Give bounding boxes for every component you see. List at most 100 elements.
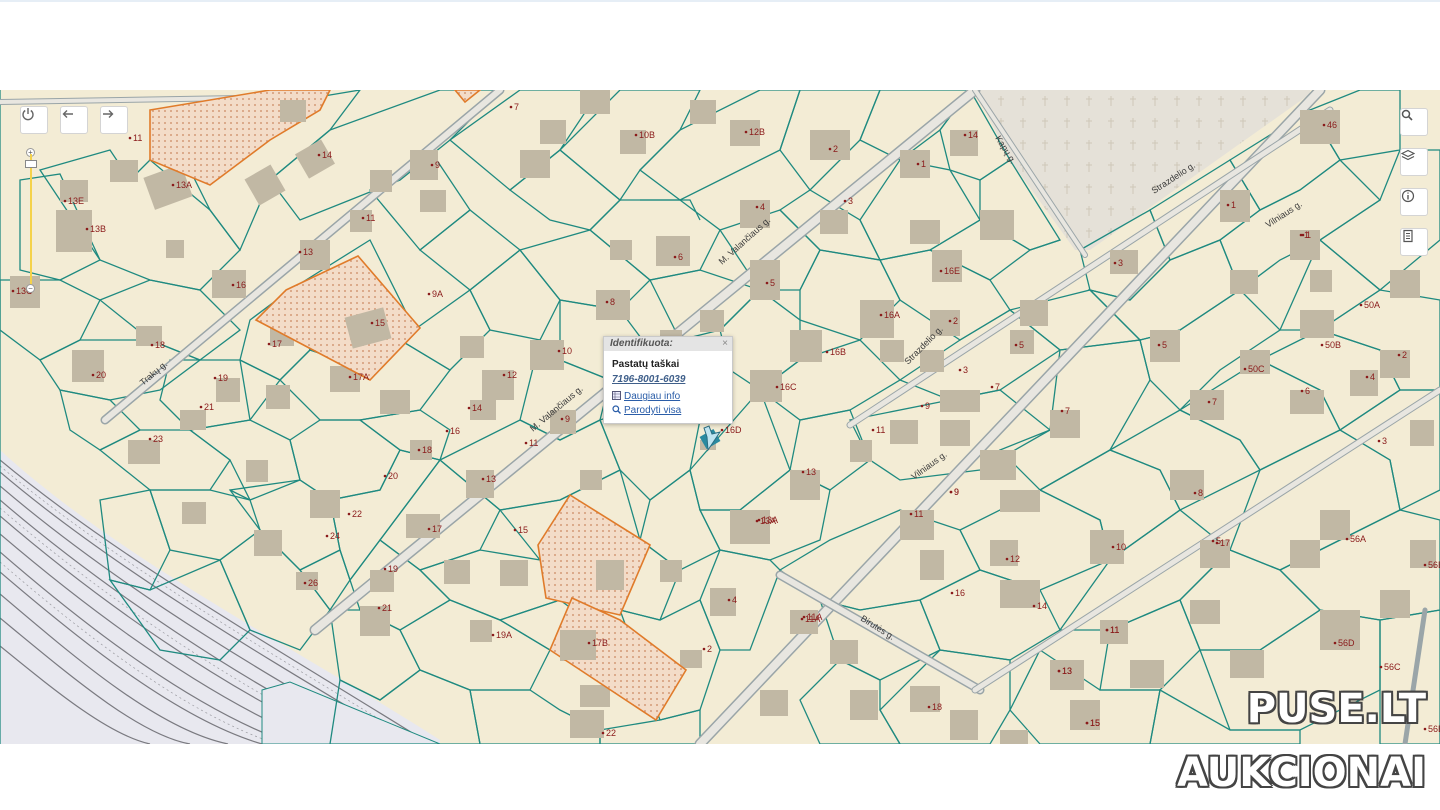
map-canvas[interactable]: 11 14 13A 13E 13B 13C 16 18 17 20 19 21 23 15 17A 9A 13 1… [0,90,1440,744]
street-name-label: Vilniaus g. [1264,199,1304,230]
house-number-label: 50A [1364,300,1380,310]
address-point [524,441,528,445]
address-point [958,368,962,372]
house-number-label: 23 [153,434,163,444]
house-number-label: 6 [1305,386,1310,396]
address-point [303,581,307,585]
house-number-label: 2 [1402,350,1407,360]
address-point [481,477,485,481]
house-number-label: 50C [1248,364,1265,374]
house-number-label: 12 [1010,554,1020,564]
house-number-label: 11 [876,425,885,435]
house-number-label: 14 [322,150,332,160]
zoom-out-icon[interactable]: − [26,284,35,293]
house-number-label: 13B [90,224,106,234]
address-point [267,342,271,346]
house-number-label: 13 [806,467,816,477]
address-point [634,133,638,137]
address-point [348,375,352,379]
house-number-label: 9 [435,160,440,170]
table-icon [612,391,621,401]
address-point [171,183,175,187]
zoom-handle[interactable] [25,160,37,168]
house-number-label: 24 [330,531,340,541]
house-number-label: 11 [366,213,375,223]
house-number-label: 17B [592,638,608,648]
house-number-label: 9A [432,289,443,299]
address-point [802,615,806,619]
house-number-label: 9 [925,401,930,411]
top-border [0,0,1440,2]
house-number-label: 11 [133,133,142,143]
house-number-label: 22 [606,728,616,738]
address-point [199,405,203,409]
house-number-label: 4 [732,595,737,605]
house-number-label: 20 [388,471,398,481]
address-point [800,617,804,621]
house-number-label: 19A [496,630,512,640]
house-number-label: 17 [272,339,282,349]
address-point [755,205,759,209]
zoom-track[interactable] [30,154,32,286]
power-button[interactable] [20,106,48,134]
layers-button[interactable] [1400,148,1428,176]
address-point [370,321,374,325]
building-id-link[interactable]: 7196-8001-6039 [612,374,685,385]
house-number-label: 13 [486,474,496,484]
address-point [502,373,506,377]
address-point [1243,367,1247,371]
house-number-label: 7 [995,382,1000,392]
more-info-label: Daugiau info [624,391,681,402]
house-number-label: 56A [1350,534,1366,544]
house-number-label: 22 [352,509,362,519]
address-point [427,527,431,531]
address-point [1014,343,1018,347]
address-point [1359,303,1363,307]
arrow-right-icon [103,110,114,118]
zoom-slider[interactable]: + − [25,148,37,294]
house-number-label: 10 [1116,542,1126,552]
back-button[interactable] [60,106,88,134]
legend-button[interactable] [1400,228,1428,256]
document-icon [1403,229,1413,243]
address-point [1193,491,1197,495]
house-number-label: 3 [963,365,968,375]
address-point [775,385,779,389]
house-number-label: 16 [236,280,246,290]
forward-button[interactable] [100,106,128,134]
close-icon[interactable]: × [722,338,728,349]
address-point [673,255,677,259]
house-number-label: 18 [932,702,942,712]
house-number-label: 12B [749,127,765,137]
address-point [150,343,154,347]
address-point [1423,563,1427,567]
address-point [509,105,513,109]
railway-area [0,450,441,744]
house-number-label: 18 [422,445,432,455]
address-point [702,647,706,651]
house-number-label: 11 [529,438,538,448]
more-info-link[interactable]: Daugiau info [612,391,680,402]
house-number-label: 6 [678,252,683,262]
info-button[interactable] [1400,188,1428,216]
house-number-label: 21 [382,603,392,613]
house-number-label: 16C [780,382,797,392]
address-point [11,289,15,293]
house-number-label: 16 [955,588,965,598]
address-point [1226,203,1230,207]
address-point [920,404,924,408]
address-point [990,385,994,389]
address-point [1299,233,1303,237]
address-point [949,490,953,494]
house-number-label: 19 [218,373,228,383]
show-all-link[interactable]: Parodyti visa [612,405,681,416]
address-point [148,437,152,441]
address-point [63,199,67,203]
house-number-label: 12 [507,370,517,380]
search-button[interactable] [1400,108,1428,136]
house-number-label: 11 [914,509,923,519]
address-point [1113,261,1117,265]
house-number-label: 3 [848,196,853,206]
house-number-label: 4 [760,202,765,212]
house-number-label: 56B [1428,560,1440,570]
